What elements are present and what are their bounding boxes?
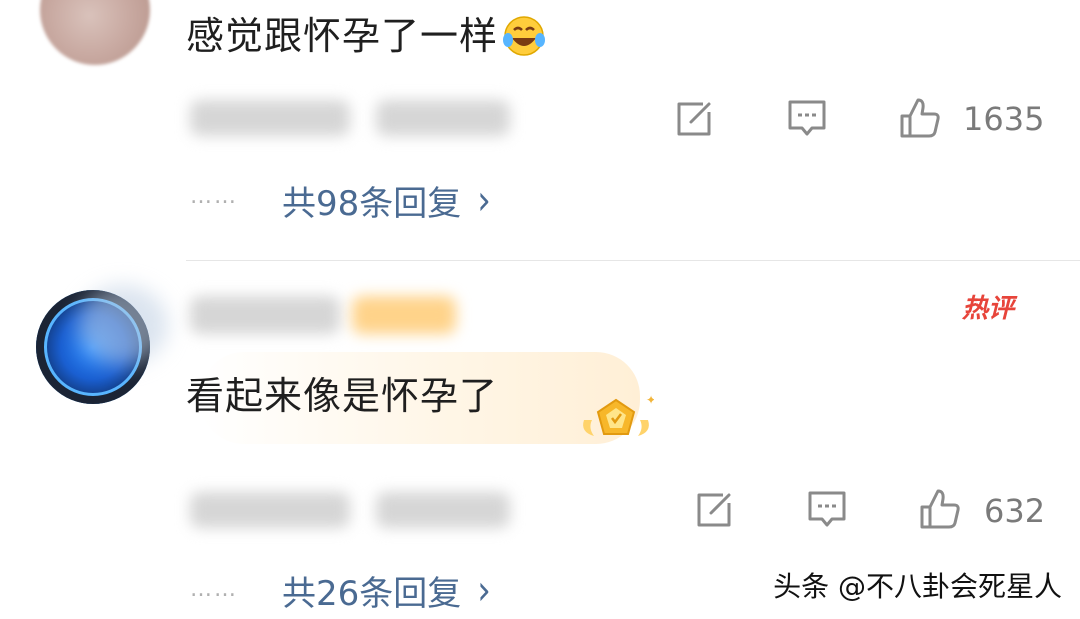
view-replies-link[interactable]: 共26条回复 › [282, 566, 491, 615]
comment-time [190, 100, 350, 136]
like-icon[interactable] [918, 487, 960, 529]
replies-label: 共26条回复 [282, 574, 462, 614]
hot-badge-label: 热评 [962, 294, 1015, 324]
watermark: 头条 @不八卦会死星人 [773, 570, 1062, 603]
comment-location [376, 492, 510, 528]
share-icon[interactable] [673, 98, 715, 140]
comment-body: 感觉跟怀孕了一样 [186, 14, 546, 58]
user-level-badge [352, 296, 456, 334]
chevron-right-icon: › [477, 566, 491, 615]
comment-location [376, 100, 510, 136]
hot-badge: 热评 [962, 288, 1014, 325]
avatar[interactable] [40, 0, 150, 65]
laugh-cry-emoji-icon [503, 16, 546, 56]
comment-icon[interactable] [786, 98, 828, 140]
reply-dots: …… [190, 184, 238, 209]
medal-icon: ✦ [583, 393, 654, 436]
like-count: 632 [984, 492, 1046, 530]
comment-icon[interactable] [806, 489, 848, 531]
reply-dots: …… [190, 577, 238, 602]
share-icon[interactable] [693, 489, 735, 531]
comment-time [190, 492, 350, 528]
username[interactable] [190, 296, 340, 334]
like-icon[interactable] [898, 96, 940, 138]
chevron-right-icon: › [477, 176, 491, 225]
divider [186, 260, 1080, 261]
svg-text:✦: ✦ [646, 393, 654, 407]
comment-text: 感觉跟怀孕了一样 [186, 14, 499, 58]
view-replies-link[interactable]: 共98条回复 › [282, 176, 491, 225]
comment-text: 看起来像是怀孕了 [186, 374, 499, 418]
like-count: 1635 [963, 100, 1045, 138]
replies-label: 共98条回复 [282, 184, 462, 224]
avatar-mosaic [78, 285, 168, 365]
